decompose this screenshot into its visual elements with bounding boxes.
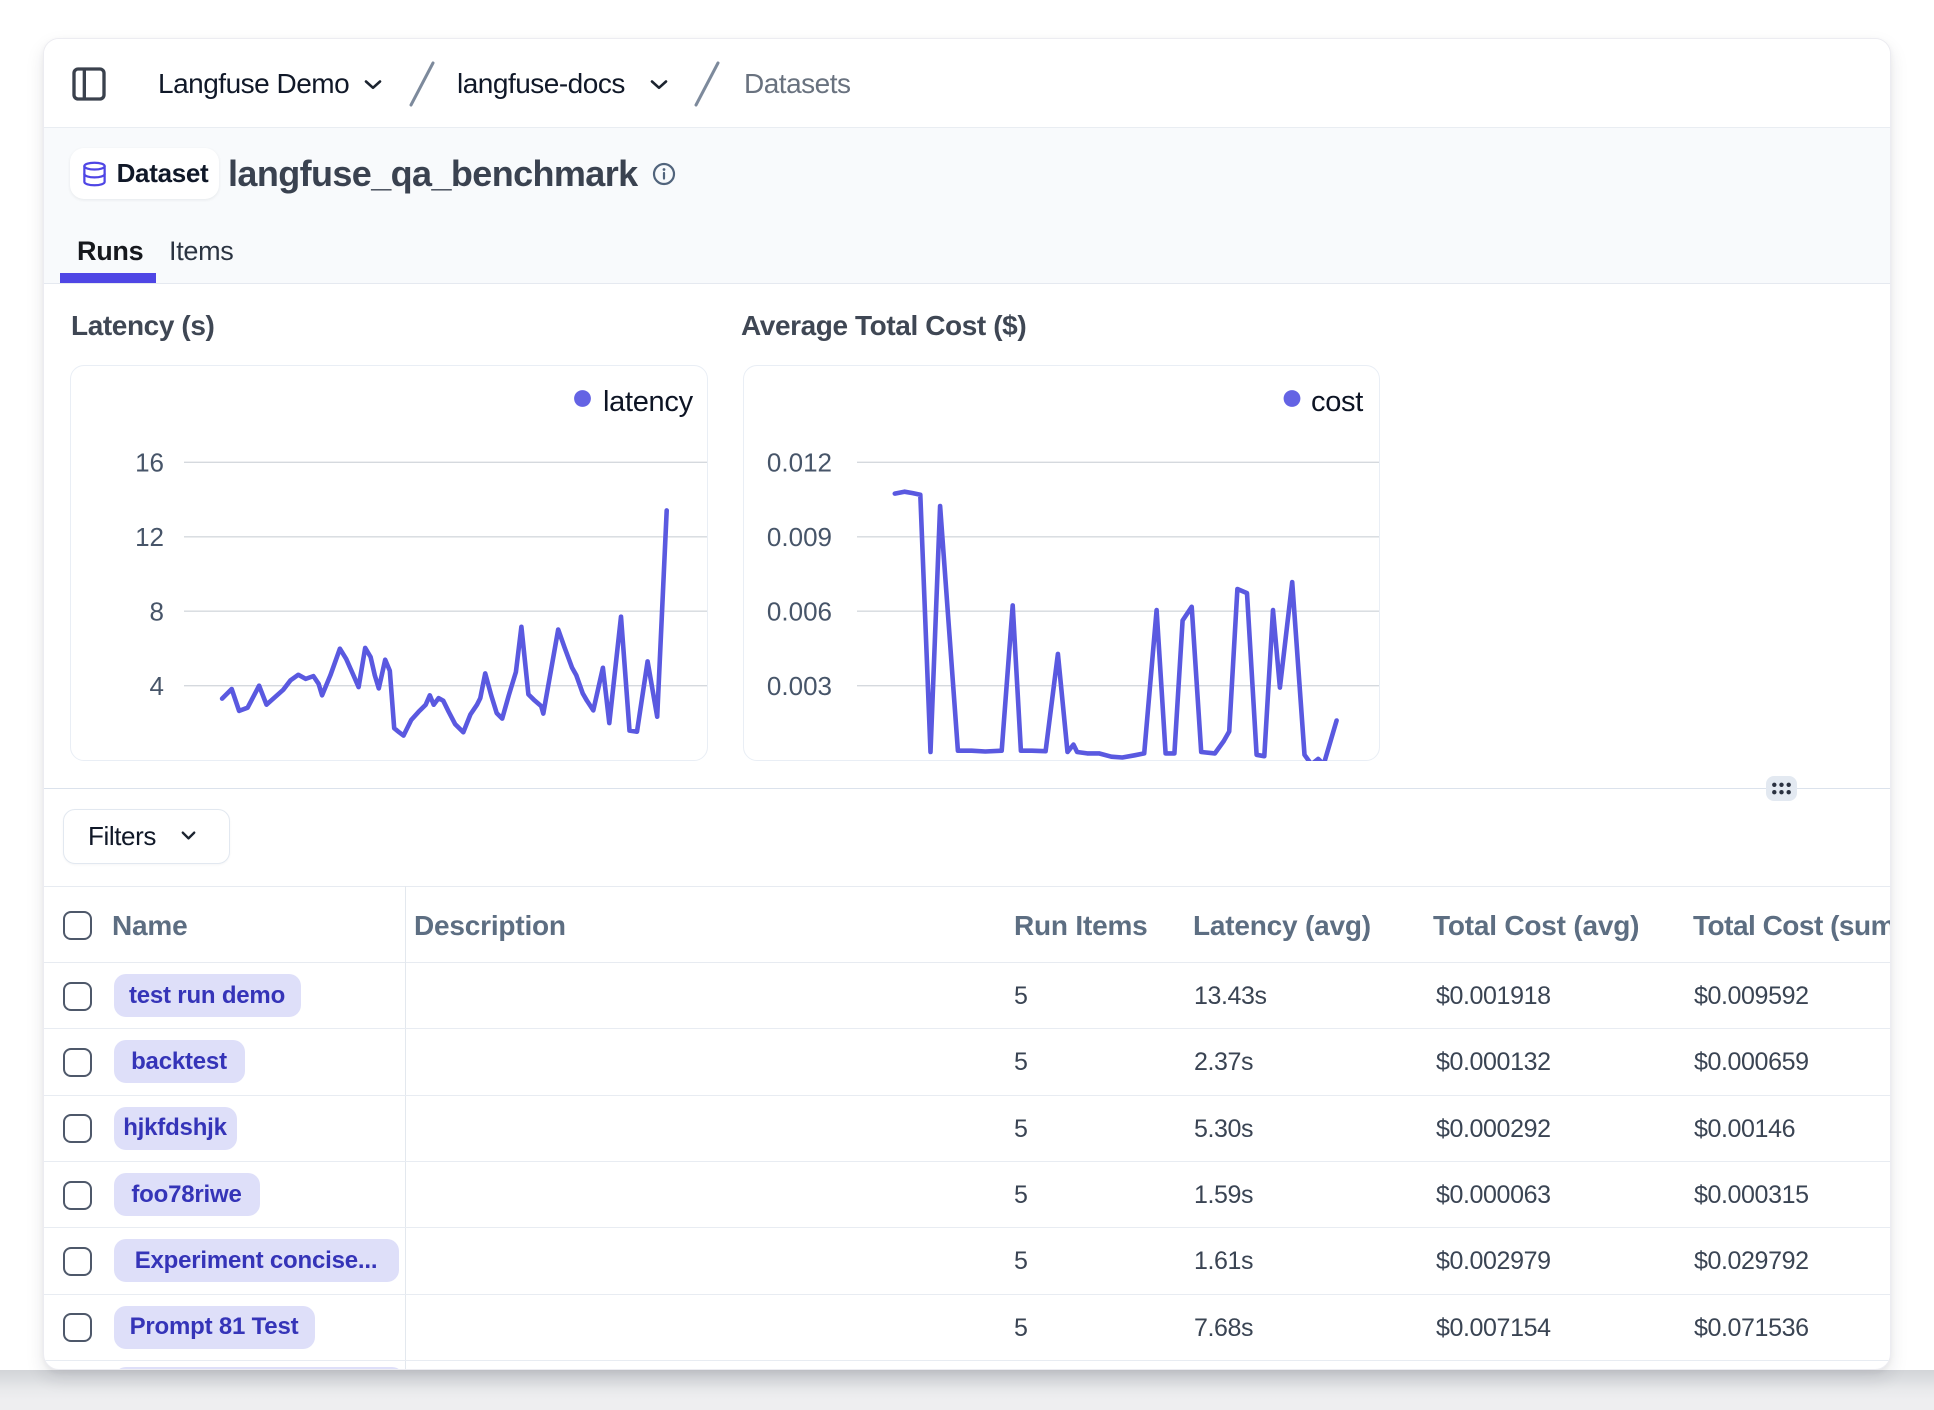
svg-text:0.006: 0.006 (767, 597, 832, 627)
svg-text:4: 4 (150, 671, 164, 701)
svg-text:cost: cost (1311, 386, 1363, 418)
svg-text:latency: latency (603, 386, 694, 418)
svg-text:0.003: 0.003 (767, 671, 832, 701)
svg-text:8: 8 (150, 597, 164, 627)
svg-text:0.009: 0.009 (767, 522, 832, 552)
svg-text:0.012: 0.012 (767, 448, 832, 478)
svg-text:16: 16 (135, 448, 164, 478)
svg-text:12: 12 (135, 522, 164, 552)
